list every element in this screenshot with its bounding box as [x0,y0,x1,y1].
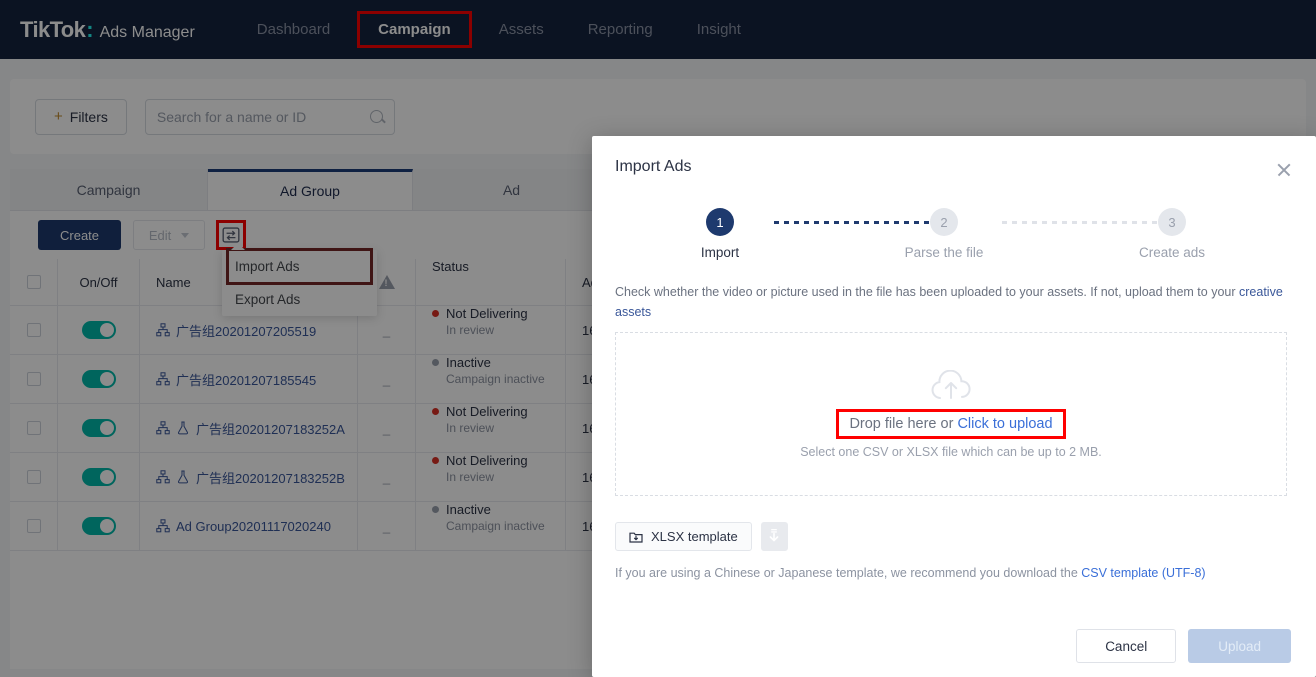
dialog-description: Check whether the video or picture used … [615,282,1285,322]
step-1-label: Import [700,245,740,260]
menu-item-import-ads[interactable]: Import Ads [226,248,373,285]
dropzone-prompt: Drop file here or Click to upload [836,408,1066,439]
cloud-upload-icon [931,369,971,399]
close-icon[interactable] [1274,160,1294,180]
step-1-number: 1 [706,208,734,236]
template-row: XLSX template [615,522,788,551]
import-stepper: 1 Import 2 Parse the file 3 Create ads [592,208,1316,270]
download-icon [769,529,779,542]
step-3-label: Create ads [1138,245,1206,260]
menu-item-export-ads[interactable]: Export Ads [222,283,377,316]
dropzone-hint: Select one CSV or XLSX file which can be… [800,444,1102,459]
drop-text: Drop file here or [849,415,958,432]
download-button[interactable] [760,522,788,551]
step-3-number: 3 [1158,208,1186,236]
step-1-import: 1 Import [660,208,780,260]
import-ads-dialog: Import Ads 1 Import 2 Parse the file 3 C… [592,136,1316,677]
dialog-title: Import Ads [615,158,692,175]
xlsx-template-button[interactable]: XLSX template [615,522,752,551]
template-footnote: If you are using a Chinese or Japanese t… [615,566,1206,580]
footnote-text: If you are using a Chinese or Japanese t… [615,566,1082,580]
file-dropzone[interactable]: Drop file here or Click to upload Select… [615,332,1287,496]
upload-button: Upload [1188,629,1291,663]
cancel-button[interactable]: Cancel [1076,629,1177,663]
csv-template-link[interactable]: CSV template (UTF-8) [1081,566,1205,580]
file-download-icon [629,532,643,543]
step-2-parse: 2 Parse the file [884,208,1004,260]
import-export-menu: Import Ads Export Ads [222,243,377,316]
step-2-number: 2 [930,208,958,236]
click-to-upload-link[interactable]: Click to upload [957,416,1052,432]
dialog-footer: Cancel Upload [592,615,1316,677]
description-text: Check whether the video or picture used … [615,285,1239,299]
step-2-label: Parse the file [904,245,984,260]
step-3-create: 3 Create ads [1112,208,1232,260]
xlsx-template-label: XLSX template [651,529,738,544]
